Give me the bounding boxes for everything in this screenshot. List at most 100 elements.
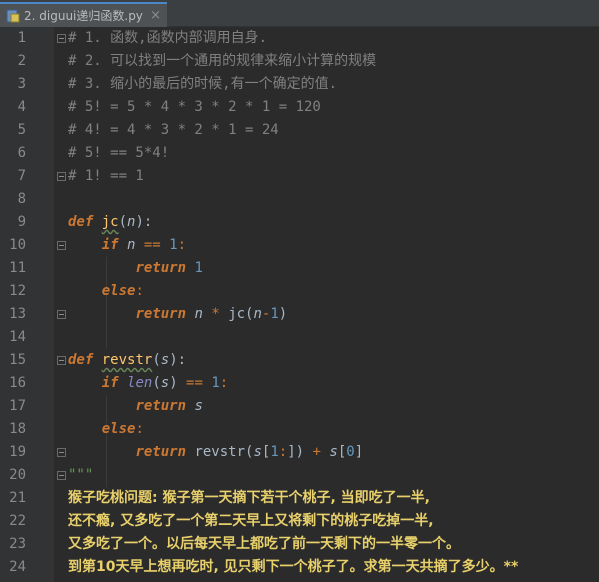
code-token: # 3. 缩小的最后的时候,有一个确定的值. <box>68 76 338 92</box>
code-token: revstr <box>101 352 153 368</box>
code-line[interactable]: 12 else: <box>0 280 599 303</box>
code-text: if n == 1: <box>68 234 186 257</box>
code-line[interactable]: 7 # 1! == 1 <box>0 165 599 188</box>
code-line[interactable]: 5 # 4! = 4 * 3 * 2 * 1 = 24 <box>0 119 599 142</box>
code-token: # 5! == 5*4! <box>68 145 170 161</box>
fold-toggle-icon[interactable] <box>57 356 66 365</box>
code-line[interactable]: 6 # 5! == 5*4! <box>0 142 599 165</box>
code-text: if len(s) == 1: <box>68 372 229 395</box>
code-token: 1 <box>270 444 279 460</box>
code-line[interactable]: 11 return 1 <box>0 257 599 280</box>
code-token: ): <box>169 352 187 368</box>
code-line[interactable]: 10 if n == 1: <box>0 234 599 257</box>
code-token: == <box>177 375 212 391</box>
code-token: 1 <box>194 260 203 276</box>
line-number: 9 <box>17 214 26 230</box>
fold-toggle-icon[interactable] <box>57 241 66 250</box>
code-text: 又多吃了一个。以后每天早上都吃了前一天剩下的一半零一个。 <box>68 533 460 556</box>
line-number: 21 <box>9 490 26 506</box>
fold-toggle-icon[interactable] <box>57 310 66 319</box>
code-token: [ <box>337 444 347 460</box>
line-number: 1 <box>17 30 26 46</box>
line-number: 17 <box>9 398 26 414</box>
code-token: 到第10天早上想再吃时, 见只剩下一个桃子了。求第一天共摘了多少。** <box>68 559 519 575</box>
python-file-icon <box>6 9 20 23</box>
code-line[interactable]: 20 """ <box>0 464 599 487</box>
line-number: 10 <box>9 237 26 253</box>
code-token: 猴子吃桃问题: 猴子第一天摘下若干个桃子, 当即吃了一半, <box>68 490 430 506</box>
code-token: def <box>68 352 94 368</box>
line-number: 7 <box>17 168 26 184</box>
code-token: 1 <box>211 375 220 391</box>
code-token: """ <box>68 467 94 483</box>
code-token: if <box>101 237 119 253</box>
line-number: 13 <box>9 306 26 322</box>
code-line[interactable]: 23 又多吃了一个。以后每天早上都吃了前一天剩下的一半零一个。 <box>0 533 599 556</box>
code-token: ( <box>152 375 161 391</box>
line-number: 24 <box>9 559 26 575</box>
code-token: : <box>278 444 288 460</box>
code-token: # 2. 可以找到一个通用的规律来缩小计算的规模 <box>68 53 377 69</box>
tab-diguui[interactable]: 2. diguui递归函数.py × <box>0 2 167 27</box>
code-token: ) <box>169 375 178 391</box>
code-line[interactable]: 2 # 2. 可以找到一个通用的规律来缩小计算的规模 <box>0 50 599 73</box>
code-line[interactable]: 13 return n * jc(n-1) <box>0 303 599 326</box>
line-number: 15 <box>9 352 26 368</box>
code-line[interactable]: 21 猴子吃桃问题: 猴子第一天摘下若干个桃子, 当即吃了一半, <box>0 487 599 510</box>
code-token: 1 <box>270 306 279 322</box>
line-number: 16 <box>9 375 26 391</box>
fold-toggle-icon[interactable] <box>57 172 66 181</box>
code-text: return n * jc(n-1) <box>68 303 287 326</box>
code-text: # 3. 缩小的最后的时候,有一个确定的值. <box>68 73 337 96</box>
code-editor[interactable]: 1 # 1. 函数,函数内部调用自身. 2 # 2. 可以找到一个通用的规律来缩小计算… <box>0 27 599 582</box>
line-number: 4 <box>17 99 26 115</box>
line-number: 11 <box>9 260 26 276</box>
code-token: ) <box>278 306 288 322</box>
code-line[interactable]: 8 <box>0 188 599 211</box>
code-line[interactable]: 24 到第10天早上想再吃时, 见只剩下一个桃子了。求第一天共摘了多少。** <box>0 556 599 579</box>
fold-toggle-icon[interactable] <box>57 34 66 43</box>
code-line[interactable]: 9 def jc(n): <box>0 211 599 234</box>
code-line[interactable]: 16 if len(s) == 1: <box>0 372 599 395</box>
code-token: s <box>160 352 170 368</box>
code-token: : <box>135 283 144 299</box>
code-token: # 5! = 5 * 4 * 3 * 2 * 1 = 120 <box>68 99 321 115</box>
code-line[interactable]: 19 return revstr(s[1:]) + s[0] <box>0 441 599 464</box>
code-token: ): <box>135 214 153 230</box>
line-number: 2 <box>17 53 26 69</box>
code-line[interactable]: 4 # 5! = 5 * 4 * 3 * 2 * 1 = 120 <box>0 96 599 119</box>
code-line[interactable]: 3 # 3. 缩小的最后的时候,有一个确定的值. <box>0 73 599 96</box>
code-token: 0 <box>346 444 355 460</box>
code-line[interactable]: 17 return s <box>0 395 599 418</box>
line-number: 8 <box>17 191 26 207</box>
code-token: s <box>194 398 203 414</box>
code-text: def jc(n): <box>68 211 152 234</box>
code-token: ( <box>152 352 161 368</box>
code-token: revstr( <box>186 444 254 460</box>
code-token: + <box>312 444 321 460</box>
line-number: 5 <box>17 122 26 138</box>
code-token: else <box>101 283 136 299</box>
line-number: 14 <box>9 329 26 345</box>
code-line[interactable]: 1 # 1. 函数,函数内部调用自身. <box>0 27 599 50</box>
code-line[interactable]: 14 <box>0 326 599 349</box>
tab-close-icon[interactable]: × <box>150 8 161 23</box>
code-token: jc( <box>228 306 254 322</box>
code-token: return <box>135 260 187 276</box>
line-number: 3 <box>17 76 26 92</box>
code-line[interactable]: 18 else: <box>0 418 599 441</box>
code-line[interactable]: 22 还不瘾, 又多吃了一个第二天早上又将剩下的桃子吃掉一半, <box>0 510 599 533</box>
fold-toggle-icon[interactable] <box>57 448 66 457</box>
code-line[interactable]: 15 def revstr(s): <box>0 349 599 372</box>
fold-toggle-icon[interactable] <box>57 471 66 480</box>
line-number: 22 <box>9 513 26 529</box>
